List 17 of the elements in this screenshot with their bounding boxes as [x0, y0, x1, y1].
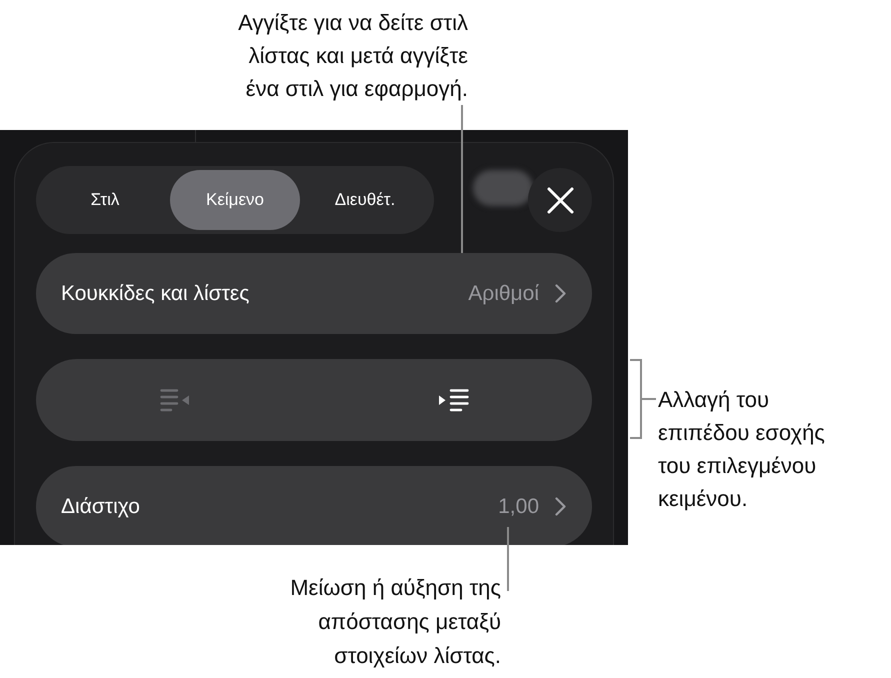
close-icon — [546, 186, 574, 214]
callout-text: Αγγίξτε για να δείτε στιλ λίστας και μετά αγγίξτε ένα στιλ για εφαρμογή. — [238, 9, 468, 103]
tab[interactable]: Κείμενο — [170, 170, 300, 230]
leader-line — [507, 527, 509, 591]
settings-row[interactable]: Κουκκίδες και λίστες Αριθμοί — [36, 253, 592, 334]
chevron-right-icon — [555, 284, 566, 303]
chevron-right-icon — [555, 497, 566, 516]
settings-row[interactable]: Διάστιχο 1,00 — [36, 466, 592, 545]
row-value: 1,00 — [498, 494, 539, 520]
callout-text: Μείωση ή αύξηση της απόστασης μεταξύ στοιχείων λίστας. — [290, 574, 501, 670]
row-label: Κουκκίδες και λίστες — [61, 280, 250, 307]
row-label: Διάστιχο — [61, 494, 140, 520]
row-value: Αριθμοί — [468, 280, 539, 307]
tab[interactable]: Διευθέτ. — [300, 170, 430, 230]
tab[interactable]: Στιλ — [40, 170, 170, 230]
blurred-background-pill — [473, 170, 533, 206]
callout-text: Αλλαγή του επιπέδου εσοχής του επιλεγμένου κειμένου. — [658, 386, 825, 513]
